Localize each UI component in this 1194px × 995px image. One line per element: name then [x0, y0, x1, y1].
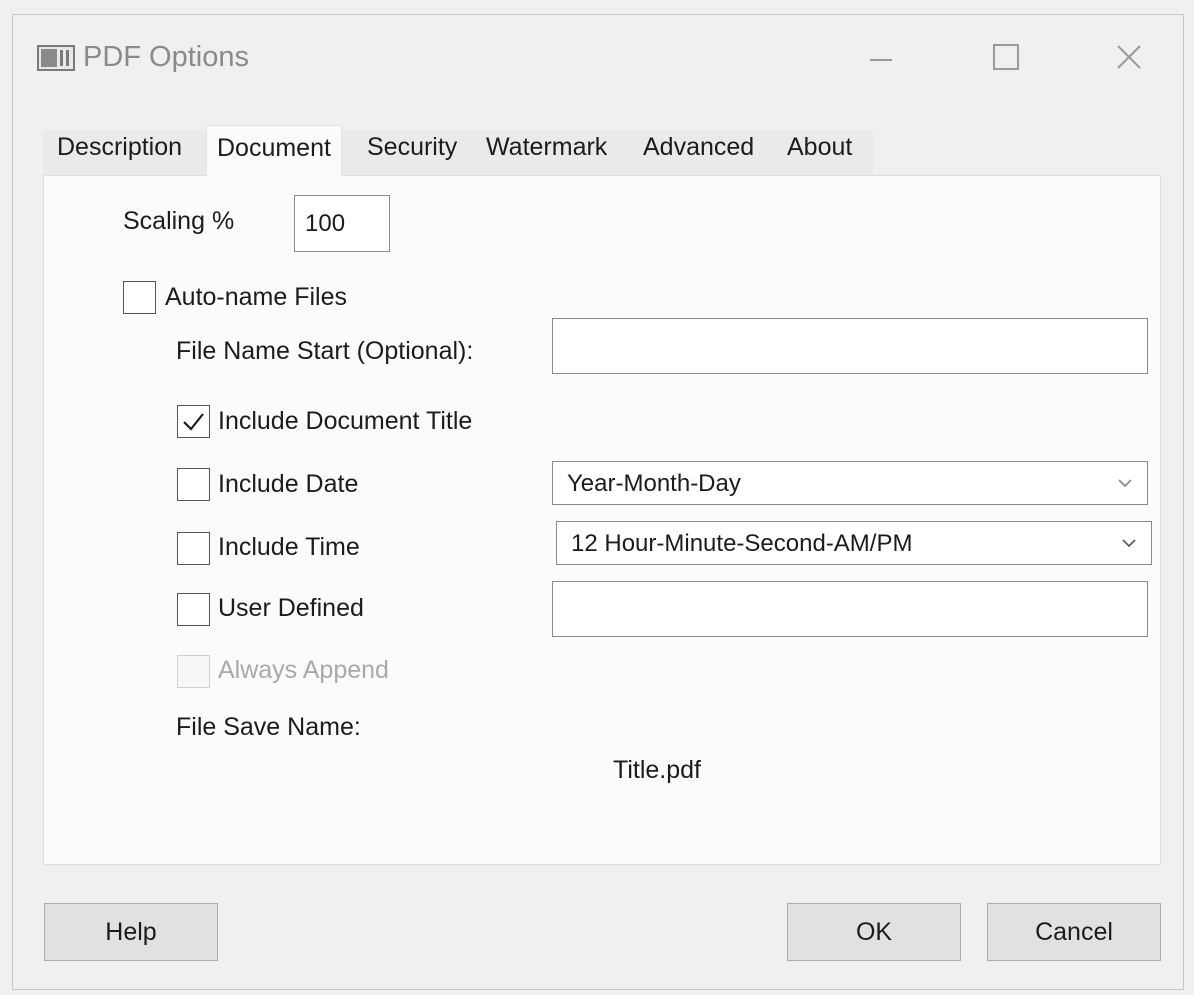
tab-advanced[interactable]: Advanced [643, 133, 754, 162]
title-bar: PDF Options [13, 15, 1183, 103]
close-icon [1115, 43, 1143, 76]
include-title-checkbox[interactable] [177, 405, 210, 438]
time-format-value: 12 Hour-Minute-Second-AM/PM [571, 530, 913, 557]
auto-name-label: Auto-name Files [165, 283, 348, 311]
always-append-checkbox [177, 655, 210, 688]
scaling-label: Scaling % [123, 207, 235, 235]
help-button[interactable]: Help [44, 903, 218, 961]
file-save-name-value: Title.pdf [613, 756, 702, 784]
scaling-input[interactable] [294, 195, 390, 252]
time-format-select[interactable]: 12 Hour-Minute-Second-AM/PM [556, 521, 1152, 565]
date-format-select[interactable]: Year-Month-Day [552, 461, 1148, 505]
tab-document[interactable]: Document [206, 125, 342, 177]
document-tab-panel [43, 175, 1161, 865]
include-date-label: Include Date [218, 470, 359, 498]
minimize-icon [869, 45, 893, 74]
include-title-label: Include Document Title [218, 407, 473, 435]
file-name-start-input[interactable] [552, 318, 1148, 374]
date-format-value: Year-Month-Day [567, 470, 741, 497]
file-save-name-label: File Save Name: [176, 713, 361, 741]
app-window-icon [37, 45, 75, 71]
file-name-start-label: File Name Start (Optional): [176, 337, 474, 365]
tab-about[interactable]: About [787, 133, 852, 162]
checkmark-icon [183, 413, 204, 431]
minimize-button[interactable] [858, 37, 904, 81]
window-title: PDF Options [83, 41, 249, 73]
chevron-down-icon [1117, 475, 1133, 496]
always-append-label: Always Append [218, 656, 389, 684]
include-time-checkbox[interactable] [177, 532, 210, 565]
maximize-button[interactable] [983, 37, 1029, 81]
maximize-icon [992, 43, 1020, 76]
ok-button[interactable]: OK [787, 903, 961, 961]
tab-description[interactable]: Description [57, 133, 182, 162]
user-defined-checkbox[interactable] [177, 593, 210, 626]
include-time-label: Include Time [218, 533, 360, 561]
close-button[interactable] [1106, 37, 1152, 81]
include-date-checkbox[interactable] [177, 468, 210, 501]
auto-name-checkbox[interactable] [123, 281, 156, 314]
cancel-button[interactable]: Cancel [987, 903, 1161, 961]
user-defined-label: User Defined [218, 594, 364, 622]
chevron-down-icon [1121, 535, 1137, 556]
tab-watermark[interactable]: Watermark [486, 133, 607, 162]
pdf-options-dialog: PDF Options Description Document Securit… [12, 14, 1184, 990]
user-defined-input[interactable] [552, 581, 1148, 637]
tab-security[interactable]: Security [367, 133, 457, 162]
